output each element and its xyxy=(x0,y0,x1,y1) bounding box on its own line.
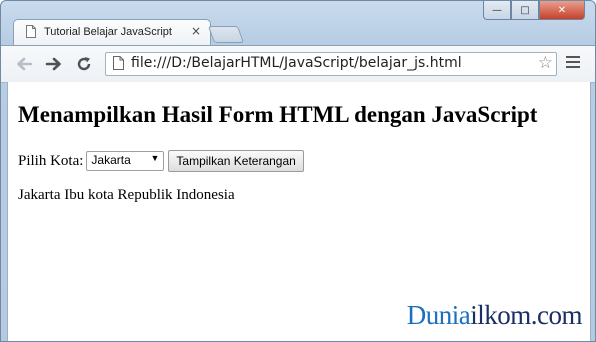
watermark-logo: Duniailkom.com xyxy=(406,300,583,331)
address-bar[interactable]: file:///D:/BelajarHTML/JavaScript/belaja… xyxy=(105,52,557,76)
result-text: Jakarta Ibu kota Republik Indonesia xyxy=(18,187,235,203)
city-form: Pilih Kota: Jakarta ▼ Tampilkan Keterang… xyxy=(18,150,304,172)
dropdown-arrow-icon: ▼ xyxy=(150,153,160,163)
browser-window: — □ ✕ Tutorial Belajar JavaScript × file… xyxy=(0,0,596,342)
maximize-button[interactable]: □ xyxy=(511,1,539,20)
back-button[interactable] xyxy=(13,54,35,74)
close-window-button[interactable]: ✕ xyxy=(539,1,585,20)
tab-title: Tutorial Belajar JavaScript xyxy=(44,26,172,38)
page-content: Menampilkan Hasil Form HTML dengan JavaS… xyxy=(7,82,591,341)
forward-button[interactable] xyxy=(43,54,65,74)
reload-icon xyxy=(77,57,91,71)
back-arrow-icon xyxy=(17,57,33,71)
watermark-part1: Dunia xyxy=(406,300,471,330)
minimize-button[interactable]: — xyxy=(483,1,511,20)
reload-button[interactable] xyxy=(73,54,95,74)
page-icon xyxy=(26,25,36,38)
city-label: Pilih Kota: xyxy=(18,152,84,169)
close-icon[interactable]: × xyxy=(191,24,201,38)
new-tab-button[interactable] xyxy=(207,26,245,43)
url-text: file:///D:/BelajarHTML/JavaScript/belaja… xyxy=(131,55,462,71)
watermark-part2: ilkom.com xyxy=(470,300,582,330)
window-controls: — □ ✕ xyxy=(483,1,585,20)
star-icon[interactable]: ☆ xyxy=(538,53,553,73)
browser-tab[interactable]: Tutorial Belajar JavaScript × xyxy=(13,19,211,46)
page-title: Menampilkan Hasil Form HTML dengan JavaS… xyxy=(18,102,538,127)
forward-arrow-icon xyxy=(45,57,61,71)
city-select-value: Jakarta xyxy=(91,153,131,167)
city-select[interactable]: Jakarta ▼ xyxy=(86,151,165,171)
toolbar: file:///D:/BelajarHTML/JavaScript/belaja… xyxy=(1,45,595,83)
show-description-button[interactable]: Tampilkan Keterangan xyxy=(168,150,304,172)
menu-icon[interactable] xyxy=(566,56,580,71)
page-icon xyxy=(113,56,124,70)
